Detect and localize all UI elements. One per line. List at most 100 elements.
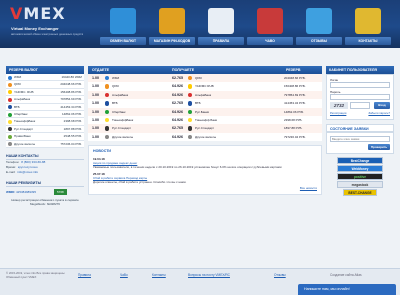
currency-icon xyxy=(8,97,12,102)
contact-label: Телефон: xyxy=(6,159,20,164)
chat-text: Напишите нам, мы онлайн! xyxy=(304,287,350,291)
password-input[interactable] xyxy=(330,94,390,100)
contact-value[interactable]: круглосуточно xyxy=(18,165,38,169)
give-currency-icon xyxy=(105,84,110,89)
partner-badges: BestChange WebMoney positive megastock BEST-… xyxy=(326,157,394,196)
nav-item-5[interactable]: ОТЗЫВЫ xyxy=(296,6,342,48)
logo-mark: VMEX xyxy=(10,4,66,23)
currency-icon xyxy=(8,112,12,117)
chat-widget[interactable]: Напишите нам, мы онлайн! xyxy=(298,284,396,295)
currency-icon xyxy=(8,75,12,80)
exchange-row[interactable]: 1.00 Другие валюты 64.926 Другие валюты 7972… xyxy=(88,132,322,142)
exchange-row[interactable]: 1.00 ТинькоффБанк 64.926 Тинькофф Банк 2398.… xyxy=(88,115,322,125)
footer-link[interactable]: Вопросы на почту VMEX/RC xyxy=(188,273,230,277)
currency-icon xyxy=(8,120,12,125)
get-currency-icon xyxy=(188,92,193,98)
get-currency: QIWI xyxy=(195,76,202,80)
get-amount: 64.926 xyxy=(172,134,183,139)
check-status-button[interactable]: Проверить xyxy=(368,144,390,150)
wmid-label: WMID: xyxy=(6,189,16,194)
reserve-name: Другие валюты xyxy=(14,141,36,146)
exchange-row[interactable]: 1.00 Сбербанк 64.926 Рус.Банки 14862.06 РУБ. xyxy=(88,107,322,116)
contact-value[interactable]: 8 (800) 333-66-88 xyxy=(21,160,45,164)
captcha-input[interactable] xyxy=(350,102,370,109)
left-sidebar: РЕЗЕРВ ВАЛЮТ WMZ 19440.86 WMZ QIWI 204048.6… xyxy=(6,66,84,207)
reserve-row: ВТБ 414453.34 РУБ. xyxy=(6,103,84,111)
contact-label: E-mail: xyxy=(6,169,16,174)
footer-link[interactable]: ЧаВо xyxy=(120,273,128,277)
copyright: © 2015-2019, vmex.info Все права защищен… xyxy=(6,271,65,279)
give-amount: 1.00 xyxy=(92,117,99,122)
nav-item-1[interactable]: ОБМЕН ВАЛЮТ xyxy=(100,6,146,48)
contact-line: E-mail: info@vmex.info xyxy=(6,170,84,175)
reserve-amount: 2398.68 РУБ. xyxy=(284,117,303,122)
contacts-list: Телефон: 8 (800) 333-66-88 Время: круглосут… xyxy=(6,160,84,175)
get-currency-icon xyxy=(188,76,193,81)
get-amount: 64.926 xyxy=(172,109,183,114)
give-currency: Рус.Стандарт xyxy=(112,126,132,131)
exchange-row[interactable]: 1.00 QIWI 64.926 YAD/MC RUB 156408.86 РУБ. xyxy=(88,82,322,91)
give-amount: 1.00 xyxy=(92,134,99,139)
nav-item-6[interactable]: КОНТАКТЫ xyxy=(345,6,391,48)
all-news-link[interactable]: Все новости xyxy=(300,186,317,190)
exchange-row[interactable]: 1.00 ВТБ 62.765 ВТБ 414453.34 РУБ. xyxy=(88,99,322,108)
reserve-value: 2548.55 РУБ. xyxy=(63,134,82,139)
reserve-name: WMZ xyxy=(14,75,22,79)
nav-item-3[interactable]: ПРАВИЛА xyxy=(198,6,244,48)
reserve-row: YAD/MC. RUB 156408.86 РУБ. xyxy=(6,88,84,97)
wmid-badge[interactable]: 5768 xyxy=(54,188,67,195)
get-currency-icon xyxy=(188,117,193,123)
currency-icon xyxy=(8,90,12,95)
partner-badge[interactable]: positive xyxy=(337,173,383,180)
partner-badge[interactable]: BEST-CHANGE xyxy=(343,189,377,196)
requisites-note: Номер регистрации обменного пункта в сер… xyxy=(11,197,79,206)
get-currency: АльфаБанк xyxy=(195,92,212,97)
reserve-value: 414453.34 РУБ. xyxy=(60,104,82,109)
reserve-value: 19440.86 WMZ xyxy=(61,75,82,79)
give-currency: АльфаБанк xyxy=(112,92,129,97)
contact-value[interactable]: info@vmex.info xyxy=(17,170,38,174)
footer-link[interactable]: Правила xyxy=(78,273,91,277)
give-currency: ВТБ xyxy=(112,101,118,106)
get-currency-icon xyxy=(188,126,193,131)
logo[interactable]: VMEX Virtual Money Exchanger автоматичес… xyxy=(10,4,83,42)
right-sidebar: КАБИНЕТ ПОЛЬЗОВАТЕЛЯ Логин Пароль 2732 В… xyxy=(326,66,394,197)
footer-link[interactable]: Отзывы xyxy=(274,273,286,277)
order-key-input[interactable] xyxy=(330,136,390,142)
login-links: Регистрация Забыли пароль? xyxy=(330,111,390,116)
login-input[interactable] xyxy=(330,82,390,88)
news-title: НОВОСТИ xyxy=(93,149,111,154)
partner-badge[interactable]: megastock xyxy=(337,181,383,188)
get-currency-icon xyxy=(188,109,193,114)
partner-badge[interactable]: BestChange xyxy=(337,157,383,164)
reserve-row: ПриватБанк 2548.55 РУБ. xyxy=(6,133,84,141)
exchange-row[interactable]: 1.00 АльфаБанк 64.926 АльфаБанк 797854.69 РУ… xyxy=(88,90,322,100)
give-header: ОТДАЕТЕ xyxy=(92,68,110,72)
give-currency-icon xyxy=(105,109,110,114)
login-button[interactable]: Вход xyxy=(374,102,390,109)
exchange-row[interactable]: 1.00 Рус.Стандарт 62.765 Рус.Стандарт 1897.8… xyxy=(88,124,322,133)
reserve-name: ВТБ xyxy=(14,104,20,109)
news-text: Уважаемые пользователи, в течении недели… xyxy=(93,165,282,170)
wmid-value[interactable]: 425384989395 xyxy=(16,190,36,194)
question-icon xyxy=(257,8,283,34)
get-header: ПОЛУЧАЕТЕ xyxy=(172,68,195,72)
partner-badge[interactable]: WebMoney xyxy=(337,165,383,172)
give-currency: WMZ xyxy=(112,76,120,80)
register-link[interactable]: Регистрация xyxy=(330,111,346,115)
nav-item-2[interactable]: МАГАЗИН PIN-КОДОВ xyxy=(149,6,195,48)
get-currency-icon xyxy=(188,134,193,140)
reserve-row: Сбербанк 14862.06 РУБ. xyxy=(6,110,84,119)
main-content: ОТДАЕТЕ ПОЛУЧАЕТЕ РЕЗЕРВ 1.00 WMZ 62.765 QI… xyxy=(88,66,322,195)
forgot-password-link[interactable]: Забыли пароль? xyxy=(368,111,390,115)
reserve-amount: 14862.06 РУБ. xyxy=(284,109,304,114)
footer-link[interactable]: Контакты xyxy=(152,273,166,277)
reserve-value: 204048.66 РУБ. xyxy=(60,82,82,87)
nav-item-4[interactable]: ЧАВО xyxy=(247,6,293,48)
site-credit[interactable]: Создание сайта Atlas xyxy=(330,273,362,277)
exchange-row[interactable]: 1.00 WMZ 62.765 QIWI 204048.66 РУБ. xyxy=(88,74,322,83)
give-amount: 1.00 xyxy=(92,126,99,131)
reserves-title: РЕЗЕРВ ВАЛЮТ xyxy=(6,66,84,74)
get-amount: 64.926 xyxy=(172,84,183,89)
give-currency-icon xyxy=(105,76,110,81)
